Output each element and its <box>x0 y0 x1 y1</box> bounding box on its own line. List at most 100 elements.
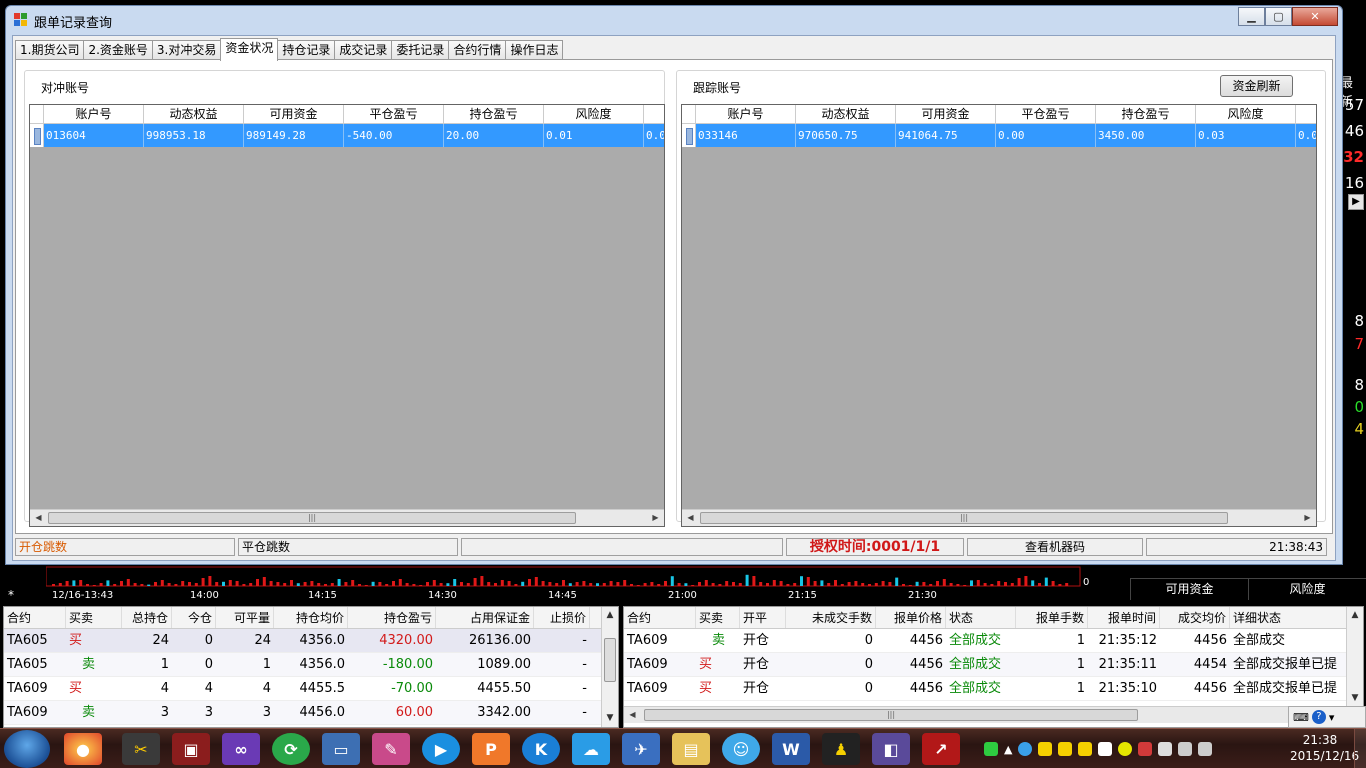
orders-hscroll[interactable]: ◀ ||| ▶ <box>624 706 1346 723</box>
media-player-icon[interactable]: ▶ <box>422 733 460 765</box>
tab-risk[interactable]: 风险度 <box>1248 578 1366 600</box>
table-row[interactable]: 033146 970650.75 941064.75 0.00 3450.00 … <box>682 124 1316 147</box>
qq-tray-icon[interactable] <box>1058 742 1073 756</box>
show-desktop-button[interactable] <box>1354 729 1366 768</box>
col-close-pnl[interactable]: 平仓盈亏 <box>996 105 1096 123</box>
tab-quotes[interactable]: 合约行情 <box>448 40 507 60</box>
view-machine-code-button[interactable]: 查看机器码 <box>967 538 1143 556</box>
col-contract[interactable]: 合约 <box>4 607 66 628</box>
col-close-pnl[interactable]: 平仓盈亏 <box>344 105 444 123</box>
signal-icon[interactable] <box>1178 742 1193 756</box>
word-icon[interactable]: W <box>772 733 810 765</box>
tab-orders[interactable]: 委托记录 <box>391 40 450 60</box>
keyboard-icon[interactable]: ⌨ <box>1293 711 1309 724</box>
col-side[interactable]: 买卖 <box>66 607 122 628</box>
quote-scroll-arrow[interactable]: ▶ <box>1348 194 1364 210</box>
col-margin[interactable]: 占用保证金 <box>436 607 534 628</box>
col-order-time[interactable]: 报单时间 <box>1088 607 1160 628</box>
col-risk[interactable]: 风险度 <box>544 105 644 123</box>
scroll-left-icon[interactable]: ◀ <box>624 707 641 723</box>
cloud-icon[interactable]: ☁ <box>572 733 610 765</box>
col-unfilled[interactable]: 未成交手数 <box>786 607 876 628</box>
k-app-icon[interactable]: K <box>522 733 560 765</box>
table-row[interactable]: TA605 卖 1 0 1 4356.0 -180.00 1089.00 - <box>4 653 618 677</box>
tray-expand-icon[interactable]: ▲ <box>1004 743 1012 756</box>
grid-hscroll[interactable]: ◀ ||| ▶ <box>682 509 1316 526</box>
qq-tray-icon[interactable] <box>1038 742 1053 756</box>
positions-vscroll[interactable]: ▲ ▼ <box>601 607 618 727</box>
scroll-down-icon[interactable]: ▼ <box>1347 690 1363 707</box>
col-fill-price[interactable]: 成交均价 <box>1160 607 1230 628</box>
start-button[interactable] <box>4 730 50 768</box>
scroll-up-icon[interactable]: ▲ <box>602 607 618 624</box>
chat-app-icon[interactable]: ☺ <box>722 733 760 765</box>
add-icon[interactable] <box>1118 742 1133 756</box>
scroll-thumb[interactable]: ||| <box>48 512 576 524</box>
qq-icon[interactable]: ♟ <box>822 733 860 765</box>
scroll-right-icon[interactable]: ▶ <box>647 510 664 526</box>
scroll-left-icon[interactable]: ◀ <box>682 510 699 526</box>
open-jump-field[interactable]: 开仓跳数 <box>15 538 235 556</box>
trading-app-icon[interactable]: ↗ <box>922 733 960 765</box>
col-account[interactable]: 账户号 <box>696 105 796 123</box>
lock-app-icon[interactable]: ✎ <box>372 733 410 765</box>
tab-fund-account[interactable]: 2.资金账号 <box>83 40 153 60</box>
orders-vscroll[interactable]: ▲ ▼ <box>1346 607 1363 707</box>
app-launcher-icon[interactable]: ● <box>64 733 102 765</box>
bird-app-icon[interactable]: ✈ <box>622 733 660 765</box>
qq-tray-icon[interactable] <box>1078 742 1093 756</box>
table-row[interactable]: TA609 卖 3 3 3 4456.0 60.00 3342.00 - <box>4 701 618 725</box>
device-icon[interactable] <box>1158 742 1173 756</box>
col-open-close[interactable]: 开平 <box>740 607 786 628</box>
toolbox-icon[interactable]: ▣ <box>172 733 210 765</box>
visual-studio-icon[interactable]: ∞ <box>222 733 260 765</box>
scroll-left-icon[interactable]: ◀ <box>30 510 47 526</box>
dropdown-icon[interactable]: ▾ <box>1329 711 1335 724</box>
table-row[interactable]: TA609 买 开仓 0 4456 全部成交 1 21:35:10 4456 全部成交报单已提 <box>624 677 1363 701</box>
table-row[interactable]: TA609 买 开仓 0 4456 全部成交 1 21:35:11 4454 全部成交报单已提 <box>624 653 1363 677</box>
col-side[interactable]: 买卖 <box>696 607 740 628</box>
scroll-right-icon[interactable]: ▶ <box>1299 510 1316 526</box>
col-equity[interactable]: 动态权益 <box>144 105 244 123</box>
title-bar[interactable]: 跟单记录查询 ▁ ▢ ✕ <box>6 6 1342 34</box>
window-app-icon[interactable]: ◧ <box>872 733 910 765</box>
tab-positions[interactable]: 持仓记录 <box>277 40 336 60</box>
close-icon[interactable]: ✕ <box>1292 7 1338 26</box>
table-row[interactable]: TA609 买 4 4 4 4455.5 -70.00 4455.50 - <box>4 677 618 701</box>
col-order-qty[interactable]: 报单手数 <box>1016 607 1088 628</box>
col-order-price[interactable]: 报单价格 <box>876 607 946 628</box>
volume-icon[interactable] <box>1198 742 1213 756</box>
col-position-pnl[interactable]: 持仓盈亏 <box>444 105 544 123</box>
sync-icon[interactable]: ⟳ <box>272 733 310 765</box>
col-position-pnl[interactable]: 持仓盈亏 <box>1096 105 1196 123</box>
tab-fund-status[interactable]: 资金状况 <box>220 38 279 61</box>
tab-available-funds[interactable]: 可用资金 <box>1130 578 1248 600</box>
battery-icon[interactable] <box>984 742 998 756</box>
network-error-icon[interactable] <box>1138 742 1153 756</box>
scroll-thumb[interactable]: ||| <box>700 512 1228 524</box>
fund-refresh-button[interactable]: 资金刷新 <box>1220 75 1293 97</box>
row-selector[interactable] <box>30 124 44 147</box>
maximize-icon[interactable]: ▢ <box>1265 7 1292 26</box>
tray-app-icon[interactable] <box>1018 742 1033 756</box>
col-equity[interactable]: 动态权益 <box>796 105 896 123</box>
col-stop-price[interactable]: 止损价 <box>534 607 590 628</box>
minimize-icon[interactable]: ▁ <box>1238 7 1265 26</box>
col-total[interactable]: 总持仓 <box>122 607 172 628</box>
table-row[interactable]: TA609 卖 开仓 0 4456 全部成交 1 21:35:12 4456 全部成交 <box>624 629 1363 653</box>
scroll-up-icon[interactable]: ▲ <box>1347 607 1363 624</box>
pdf-icon[interactable]: P <box>472 733 510 765</box>
tab-trades[interactable]: 成交记录 <box>334 40 393 60</box>
col-detail-state[interactable]: 详细状态 <box>1230 607 1348 628</box>
table-row[interactable]: TA605 买 24 0 24 4356.0 4320.00 26136.00 - <box>4 629 618 653</box>
help-icon[interactable]: ? <box>1311 710 1326 724</box>
tab-operation-log[interactable]: 操作日志 <box>505 40 564 60</box>
file-explorer-icon[interactable]: ▤ <box>672 733 710 765</box>
table-row[interactable]: 013604 998953.18 989149.28 -540.00 20.00… <box>30 124 664 147</box>
col-today[interactable]: 今仓 <box>172 607 216 628</box>
windows-flag-icon[interactable] <box>1098 742 1113 756</box>
col-risk[interactable]: 风险度 <box>1196 105 1296 123</box>
system-clock[interactable]: 21:38 2015/12/16 <box>1290 732 1359 764</box>
tools-icon[interactable]: ✂ <box>122 733 160 765</box>
col-account[interactable]: 账户号 <box>44 105 144 123</box>
